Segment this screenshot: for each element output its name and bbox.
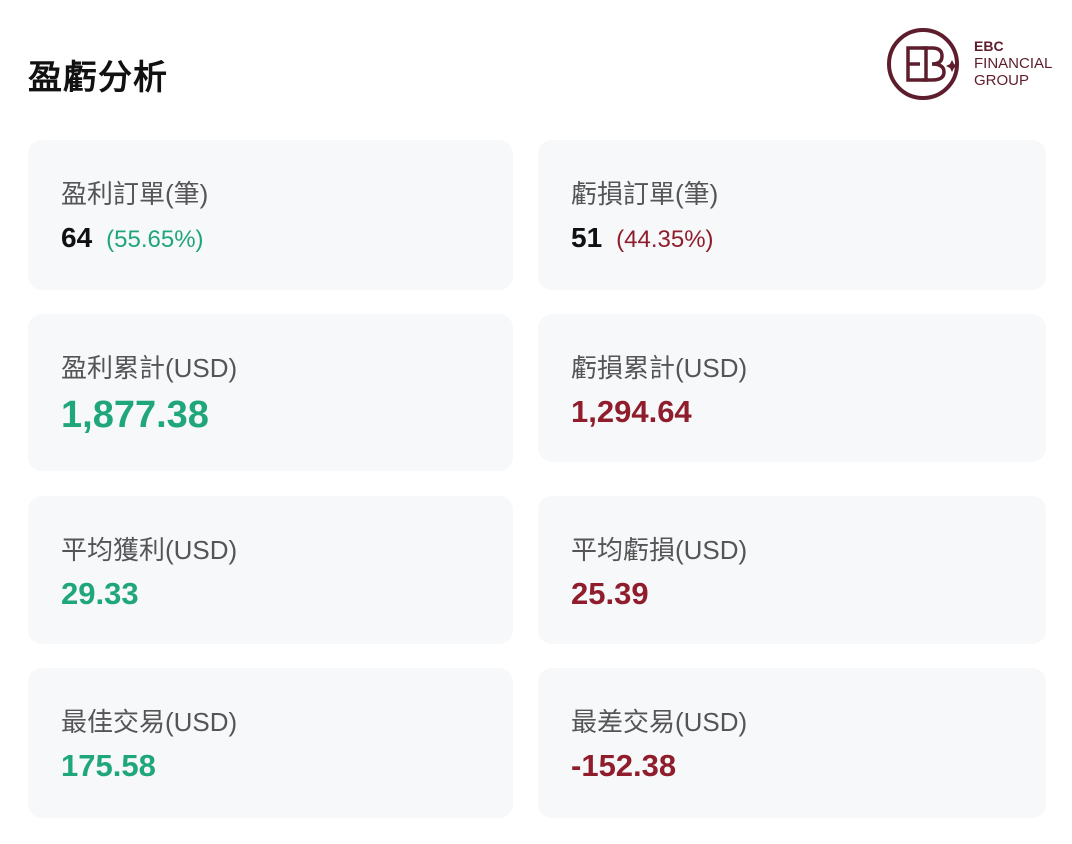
loss-orders-card: 虧損訂單(筆) 51 (44.35%) [538,140,1046,290]
loss-orders-value: 51 (44.35%) [571,222,714,254]
avg-loss-card: 平均虧損(USD) 25.39 [538,496,1046,644]
profit-total-label: 盈利累計(USD) [61,353,238,383]
worst-trade-card: 最差交易(USD) -152.38 [538,668,1046,818]
logo-line-1: EBC [974,38,1004,54]
logo-line-3: GROUP [974,72,1030,89]
avg-loss-value: 25.39 [571,576,649,611]
avg-profit-value: 29.33 [61,576,139,611]
worst-trade-value: -152.38 [571,748,677,783]
loss-total-label: 虧損累計(USD) [571,353,748,383]
profit-orders-value: 64 (55.65%) [61,222,204,254]
avg-loss-label: 平均虧損(USD) [571,535,748,565]
best-trade-value: 175.58 [61,748,156,783]
page-title: 盈虧分析 [28,59,168,97]
loss-orders-label: 虧損訂單(筆) [571,179,719,209]
profit-total-value: 1,877.38 [61,394,209,436]
ebc-logo: EBC FINANCIAL GROUP [886,26,1062,104]
loss-orders-percent: (44.35%) [616,226,714,253]
loss-total-value: 1,294.64 [571,394,692,429]
worst-trade-label: 最差交易(USD) [571,707,748,737]
avg-profit-card: 平均獲利(USD) 29.33 [28,496,513,644]
loss-total-card: 虧損累計(USD) 1,294.64 [538,314,1046,462]
loss-orders-count: 51 [571,222,603,253]
logo-line-2: FINANCIAL [974,55,1053,72]
profit-orders-card: 盈利訂單(筆) 64 (55.65%) [28,140,513,290]
profit-orders-percent: (55.65%) [106,226,204,253]
ebc-logo-icon [887,28,959,100]
best-trade-label: 最佳交易(USD) [61,707,238,737]
profit-orders-label: 盈利訂單(筆) [61,179,209,209]
ebc-logo-text: EBC FINANCIAL GROUP [974,38,1052,89]
profit-total-card: 盈利累計(USD) 1,877.38 [28,314,513,471]
best-trade-card: 最佳交易(USD) 175.58 [28,668,513,818]
avg-profit-label: 平均獲利(USD) [61,535,238,565]
profit-orders-count: 64 [61,222,93,253]
